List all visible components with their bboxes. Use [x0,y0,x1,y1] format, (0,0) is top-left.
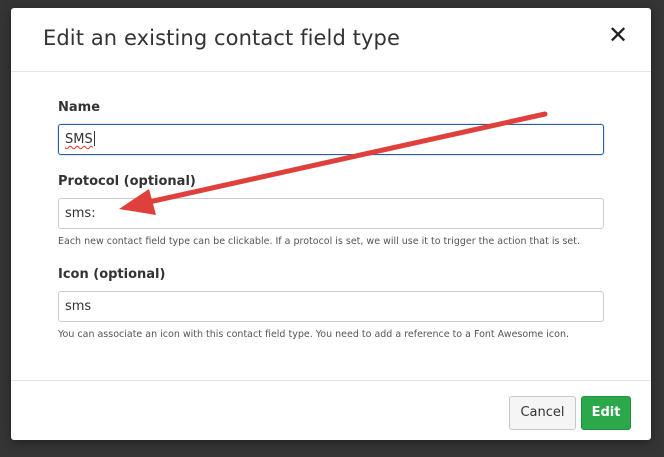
edit-contact-field-type-dialog: Edit an existing contact field type ✕ Na… [11,8,651,440]
protocol-help-text: Each new contact field type can be click… [58,236,580,247]
protocol-input-value: sms: [65,206,96,221]
protocol-input[interactable]: sms: [58,198,604,229]
protocol-label: Protocol (optional) [58,174,196,189]
cancel-button[interactable]: Cancel [509,396,576,430]
text-caret [93,131,95,146]
icon-input-value: sms [65,299,92,314]
dialog-footer: Cancel Edit [11,380,651,440]
name-input[interactable]: SMS [58,124,604,155]
name-input-value: SMS [65,132,93,147]
dialog-header: Edit an existing contact field type ✕ [11,8,651,72]
edit-button[interactable]: Edit [581,396,631,430]
icon-label: Icon (optional) [58,267,166,282]
dialog-title: Edit an existing contact field type [43,26,400,50]
icon-input[interactable]: sms [58,291,604,322]
close-icon[interactable]: ✕ [607,23,629,47]
name-label: Name [58,100,101,115]
icon-help-text: You can associate an icon with this cont… [58,329,570,340]
